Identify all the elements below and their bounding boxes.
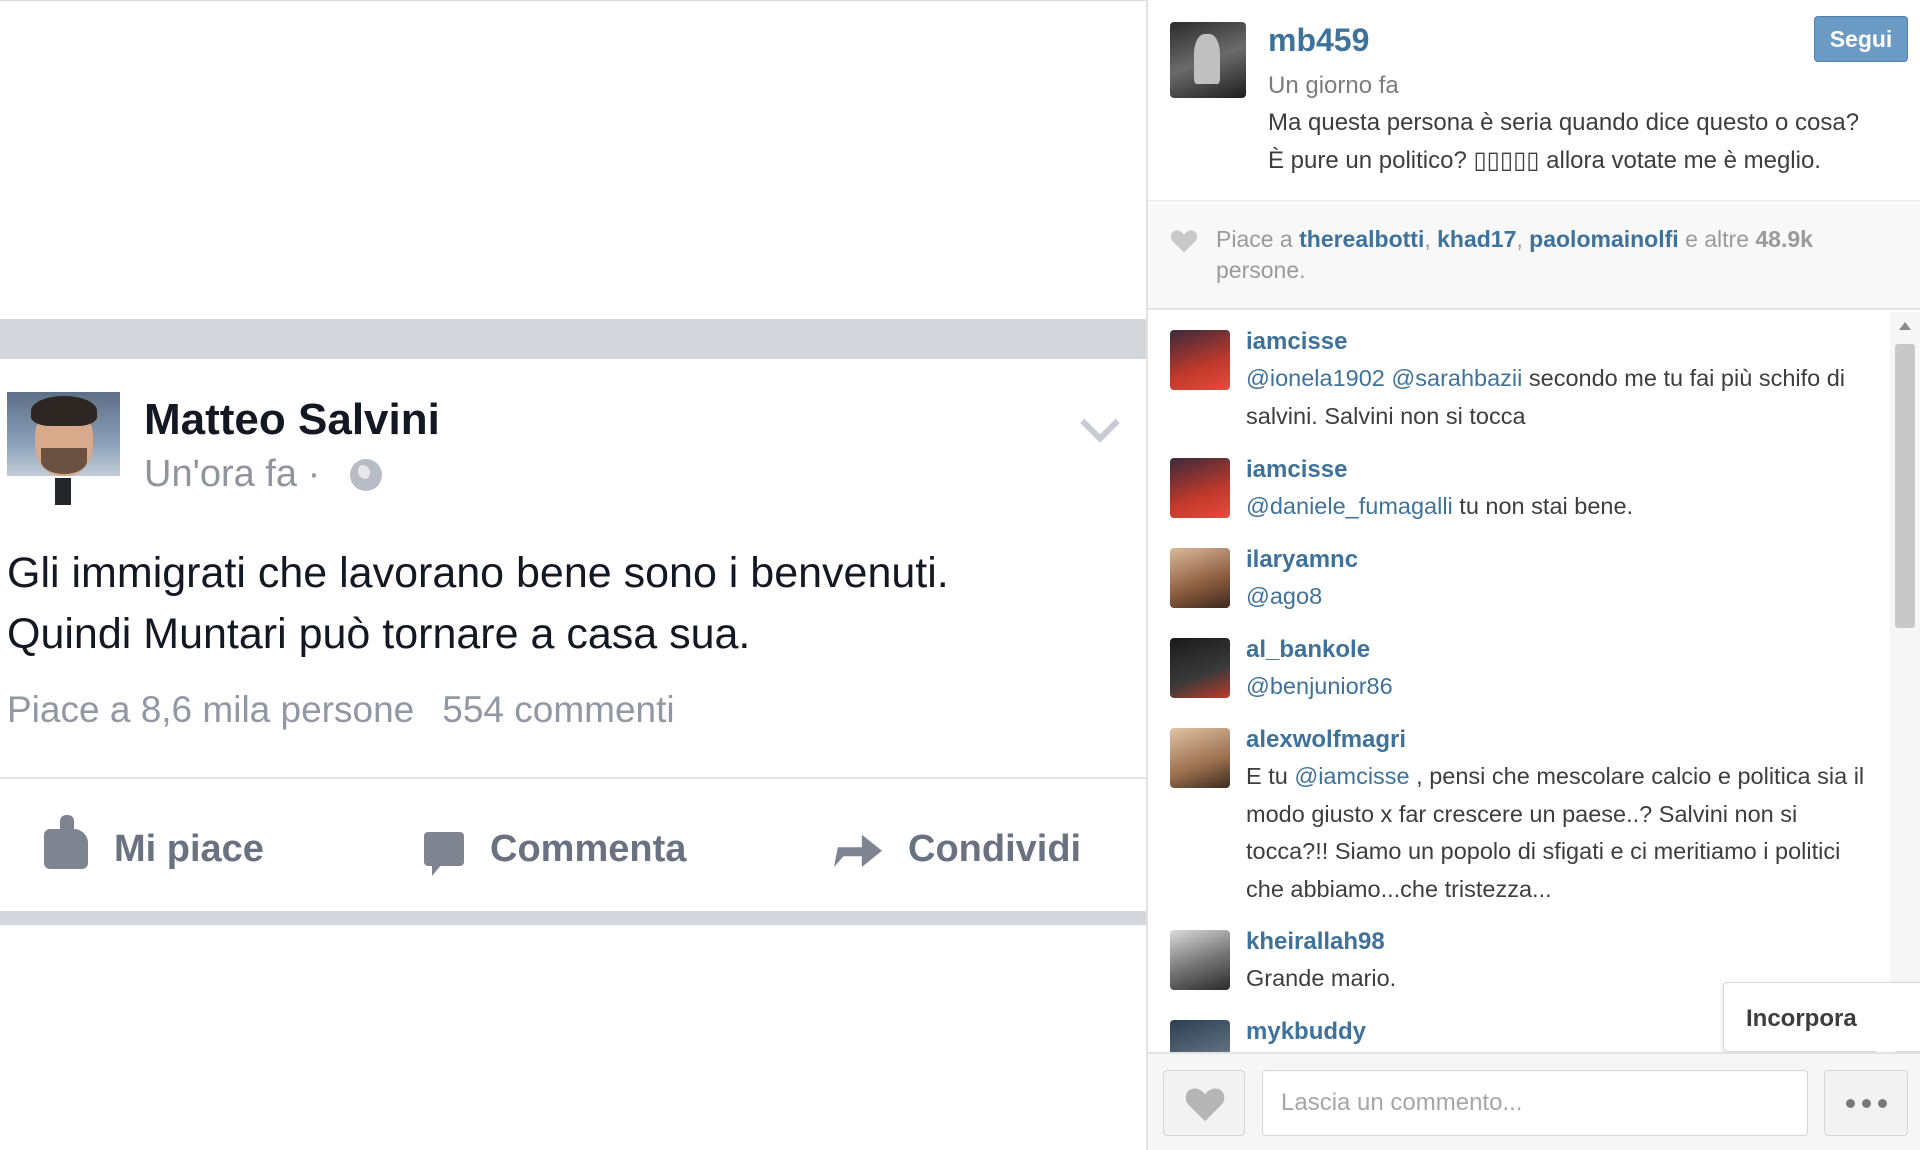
post-top-divider — [0, 319, 1146, 359]
commenter-avatar[interactable] — [1170, 458, 1230, 518]
commenter-avatar[interactable] — [1170, 330, 1230, 390]
actions-divider — [0, 777, 1146, 779]
speech-bubble-icon — [424, 832, 464, 876]
heart-icon — [1170, 230, 1198, 253]
mention-link[interactable]: @iamcisse — [1294, 763, 1409, 789]
post-time: Un'ora fa · — [144, 453, 321, 495]
mention-link[interactable]: @sarahbazii — [1391, 365, 1522, 391]
share-action: Condividi — [834, 819, 1081, 879]
commenter-username[interactable]: iamcisse — [1246, 456, 1347, 484]
commenter-username[interactable]: kheirallah98 — [1246, 928, 1385, 956]
comment-text: @ago8 — [1246, 578, 1871, 616]
post-date: Un giorno fa — [1268, 72, 1399, 99]
commenter-username[interactable]: al_bankole — [1246, 636, 1370, 664]
comment-text: @ionela1902 @sarahbazii secondo me tu fa… — [1246, 365, 1846, 429]
caption-line: Ma questa persona è seria quando dice qu… — [1268, 109, 1860, 136]
heart-icon — [1185, 1088, 1225, 1122]
comments-list[interactable]: iamcisse @ionela1902 @sarahbazii secondo… — [1148, 312, 1888, 1052]
caption-line: È pure un politico? ▯▯▯▯▯ allora votate … — [1268, 147, 1821, 174]
comment-text: @daniele_fumagalli tu non stai bene. — [1246, 493, 1634, 519]
author-name: Matteo Salvini — [144, 395, 440, 444]
post-stats: Piace a 8,6 mila persone 554 commenti — [7, 689, 675, 731]
commenter-avatar[interactable] — [1170, 638, 1230, 698]
embed-menu-item[interactable]: Incorpora — [1723, 982, 1920, 1061]
chevron-down-icon — [1080, 403, 1120, 443]
post-header: mb459 Segui Un giorno fa Ma questa perso… — [1148, 0, 1920, 202]
commenter-avatar[interactable] — [1170, 1020, 1230, 1052]
liker-link[interactable]: therealbotti — [1299, 226, 1424, 252]
post-comments-count: 554 commenti — [442, 689, 675, 730]
comments-scrollbar[interactable] — [1890, 312, 1920, 1052]
commenter-username[interactable]: alexwolfmagri — [1246, 726, 1406, 754]
commenter-username[interactable]: ilaryamnc — [1246, 546, 1358, 574]
facebook-post-card: Matteo Salvini Un'ora fa · Gli immigrati… — [0, 359, 1146, 911]
comment-bar — [1148, 1052, 1920, 1150]
thumbs-up-icon — [44, 815, 88, 869]
comment-input[interactable] — [1262, 1070, 1808, 1136]
scroll-up-arrow-icon[interactable] — [1899, 322, 1911, 330]
author-avatar — [7, 392, 120, 505]
commenter-avatar[interactable] — [1170, 930, 1230, 990]
scrollbar-thumb[interactable] — [1895, 344, 1915, 628]
embedded-post-image: Matteo Salvini Un'ora fa · Gli immigrati… — [0, 0, 1146, 1150]
commenter-avatar[interactable] — [1170, 728, 1230, 788]
liker-link[interactable]: khad17 — [1437, 226, 1516, 252]
owner-avatar[interactable] — [1170, 22, 1246, 98]
mention-link[interactable]: @daniele_fumagalli — [1246, 493, 1453, 519]
comment-text: @benjunior86 — [1246, 668, 1871, 706]
post-caption: Ma questa persona è seria quando dice qu… — [1268, 104, 1908, 180]
share-arrow-icon — [834, 834, 882, 867]
likes-section: Piace a therealbotti, khad17, paolomaino… — [1148, 204, 1920, 310]
like-button[interactable] — [1163, 1070, 1245, 1136]
likes-count[interactable]: 48.9k — [1755, 226, 1813, 252]
likes-text: Piace a therealbotti, khad17, paolomaino… — [1216, 226, 1813, 283]
commenter-username[interactable]: iamcisse — [1246, 328, 1347, 356]
post-text: Gli immigrati che lavorano bene sono i b… — [7, 543, 1127, 665]
comment-text: E tu @iamcisse , pensi che mescolare cal… — [1246, 763, 1865, 902]
follow-button[interactable]: Segui — [1814, 16, 1908, 62]
mention-link[interactable]: @ago8 — [1246, 583, 1322, 609]
mention-link[interactable]: @benjunior86 — [1246, 673, 1393, 699]
like-action: Mi piace — [44, 815, 264, 879]
commenter-username[interactable]: mykbuddy — [1246, 1018, 1366, 1046]
more-dots-icon[interactable] — [1824, 1070, 1908, 1136]
post-bottom-divider — [0, 911, 1146, 925]
liker-link[interactable]: paolomainolfi — [1529, 226, 1679, 252]
mention-link[interactable]: @ionela1902 — [1246, 365, 1385, 391]
commenter-avatar[interactable] — [1170, 548, 1230, 608]
comment-action: Commenta — [424, 819, 686, 879]
instagram-sidebar: mb459 Segui Un giorno fa Ma questa perso… — [1146, 0, 1920, 1150]
globe-icon — [350, 459, 382, 491]
owner-username[interactable]: mb459 — [1268, 22, 1369, 59]
post-likes: Piace a 8,6 mila persone — [7, 689, 415, 730]
post-text-line: Gli immigrati che lavorano bene sono i b… — [7, 549, 949, 597]
post-text-line: Quindi Muntari può tornare a casa sua. — [7, 610, 751, 658]
